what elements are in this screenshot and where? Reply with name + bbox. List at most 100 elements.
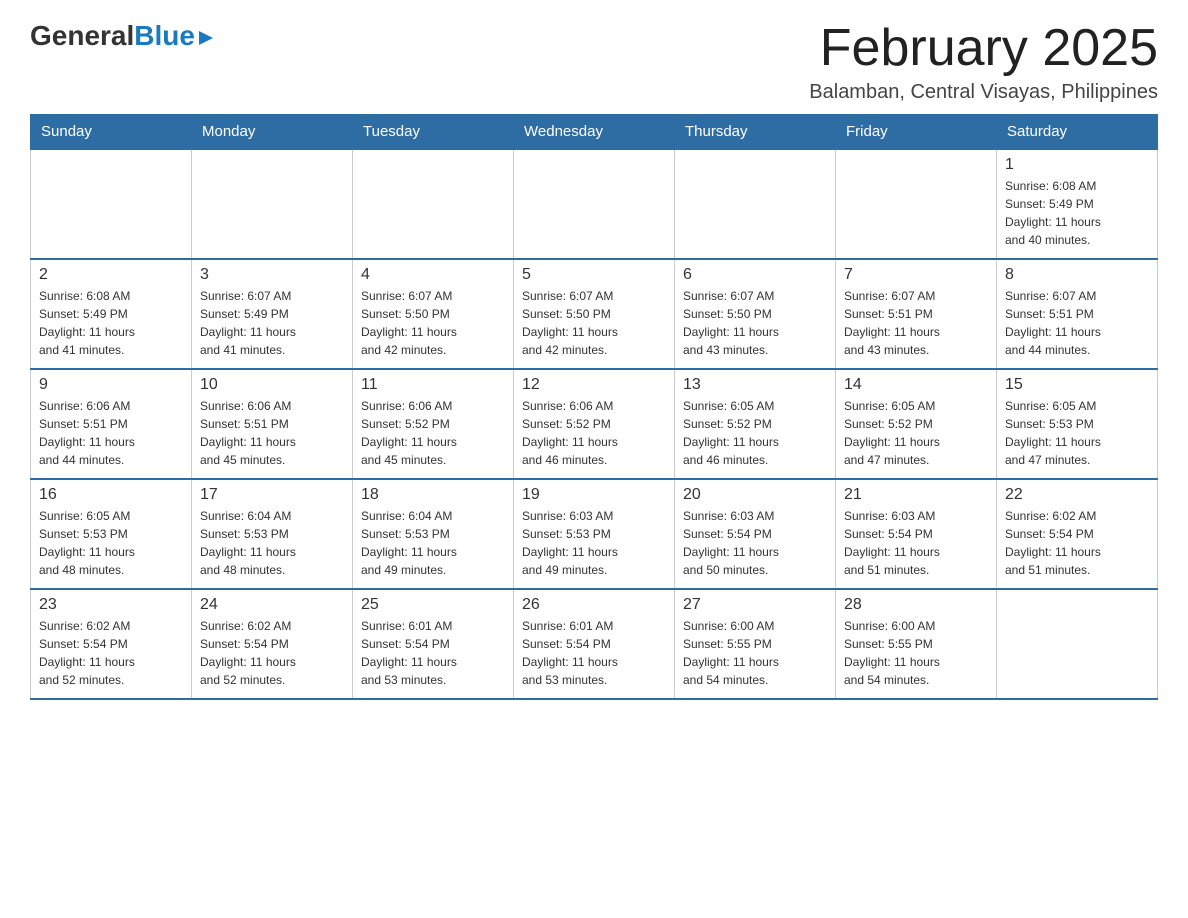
calendar-cell: 6 Sunrise: 6:07 AM Sunset: 5:50 PM Daylig… [675,259,836,369]
title-section: February 2025 Balamban, Central Visayas,… [809,20,1158,104]
logo-blue: Blue [134,20,195,52]
calendar-cell: 4Sunrise: 6:07 AM Sunset: 5:50 PM Daylig… [353,259,514,369]
day-number: 9 [39,376,183,394]
calendar-cell: 17Sunrise: 6:04 AM Sunset: 5:53 PM Dayli… [192,479,353,589]
logo: GeneralBlue [30,20,215,52]
day-info: Sunrise: 6:06 AM Sunset: 5:52 PM Dayligh… [522,397,666,469]
calendar-cell: 9 Sunrise: 6:06 AM Sunset: 5:51 PM Daylig… [31,369,192,479]
day-info: Sunrise: 6:02 AM Sunset: 5:54 PM Dayligh… [200,617,344,689]
calendar-cell: 16Sunrise: 6:05 AM Sunset: 5:53 PM Dayli… [31,479,192,589]
day-info: Sunrise: 6:07 AM Sunset: 5:51 PM Dayligh… [844,287,988,359]
day-number: 19 [522,486,666,504]
calendar-cell: 21 Sunrise: 6:03 AM Sunset: 5:54 PM Dayli… [836,479,997,589]
day-info: Sunrise: 6:07 AM Sunset: 5:50 PM Dayligh… [361,287,505,359]
calendar-cell: 23 Sunrise: 6:02 AM Sunset: 5:54 PM Dayli… [31,589,192,699]
page-header: GeneralBlue February 2025 Balamban, Cent… [30,20,1158,104]
day-number: 27 [683,596,827,614]
day-info: Sunrise: 6:00 AM Sunset: 5:55 PM Dayligh… [683,617,827,689]
day-number: 21 [844,486,988,504]
day-number: 18 [361,486,505,504]
day-number: 20 [683,486,827,504]
calendar-cell: 14 Sunrise: 6:05 AM Sunset: 5:52 PM Dayli… [836,369,997,479]
day-info: Sunrise: 6:06 AM Sunset: 5:52 PM Dayligh… [361,397,505,469]
calendar-cell: 22 Sunrise: 6:02 AM Sunset: 5:54 PM Dayli… [997,479,1158,589]
day-info: Sunrise: 6:05 AM Sunset: 5:52 PM Dayligh… [844,397,988,469]
calendar-cell [192,149,353,259]
calendar-cell: 12 Sunrise: 6:06 AM Sunset: 5:52 PM Dayli… [514,369,675,479]
calendar-week-row: 16Sunrise: 6:05 AM Sunset: 5:53 PM Dayli… [31,479,1158,589]
day-info: Sunrise: 6:07 AM Sunset: 5:50 PM Dayligh… [522,287,666,359]
day-info: Sunrise: 6:03 AM Sunset: 5:54 PM Dayligh… [683,507,827,579]
calendar-cell: 28 Sunrise: 6:00 AM Sunset: 5:55 PM Dayli… [836,589,997,699]
calendar-week-row: 9 Sunrise: 6:06 AM Sunset: 5:51 PM Daylig… [31,369,1158,479]
day-number: 15 [1005,376,1149,394]
calendar-cell: 2Sunrise: 6:08 AM Sunset: 5:49 PM Daylig… [31,259,192,369]
calendar-week-row: 1 Sunrise: 6:08 AM Sunset: 5:49 PM Daylig… [31,149,1158,259]
calendar-cell: 3Sunrise: 6:07 AM Sunset: 5:49 PM Daylig… [192,259,353,369]
calendar-cell: 19 Sunrise: 6:03 AM Sunset: 5:53 PM Dayli… [514,479,675,589]
calendar-day-header: Wednesday [514,115,675,150]
calendar-day-header: Friday [836,115,997,150]
calendar-cell: 5 Sunrise: 6:07 AM Sunset: 5:50 PM Daylig… [514,259,675,369]
day-number: 24 [200,596,344,614]
calendar-day-header: Monday [192,115,353,150]
calendar-cell: 27 Sunrise: 6:00 AM Sunset: 5:55 PM Dayli… [675,589,836,699]
calendar-cell [31,149,192,259]
day-number: 14 [844,376,988,394]
calendar-cell: 11 Sunrise: 6:06 AM Sunset: 5:52 PM Dayli… [353,369,514,479]
calendar-day-header: Sunday [31,115,192,150]
day-number: 25 [361,596,505,614]
calendar-day-header: Tuesday [353,115,514,150]
day-info: Sunrise: 6:02 AM Sunset: 5:54 PM Dayligh… [1005,507,1149,579]
day-number: 22 [1005,486,1149,504]
subtitle: Balamban, Central Visayas, Philippines [809,81,1158,104]
day-number: 17 [200,486,344,504]
calendar-header-row: SundayMondayTuesdayWednesdayThursdayFrid… [31,115,1158,150]
day-number: 23 [39,596,183,614]
calendar-cell [514,149,675,259]
day-number: 1 [1005,156,1149,174]
day-info: Sunrise: 6:08 AM Sunset: 5:49 PM Dayligh… [1005,177,1149,249]
calendar-week-row: 23 Sunrise: 6:02 AM Sunset: 5:54 PM Dayli… [31,589,1158,699]
calendar-cell [836,149,997,259]
calendar-cell: 7 Sunrise: 6:07 AM Sunset: 5:51 PM Daylig… [836,259,997,369]
calendar-cell: 8 Sunrise: 6:07 AM Sunset: 5:51 PM Daylig… [997,259,1158,369]
logo-arrow-icon [197,20,215,52]
day-number: 28 [844,596,988,614]
calendar-cell: 26 Sunrise: 6:01 AM Sunset: 5:54 PM Dayli… [514,589,675,699]
logo-general: General [30,20,134,52]
day-number: 7 [844,266,988,284]
day-info: Sunrise: 6:00 AM Sunset: 5:55 PM Dayligh… [844,617,988,689]
day-info: Sunrise: 6:07 AM Sunset: 5:49 PM Dayligh… [200,287,344,359]
day-number: 5 [522,266,666,284]
day-number: 6 [683,266,827,284]
calendar-cell: 20 Sunrise: 6:03 AM Sunset: 5:54 PM Dayli… [675,479,836,589]
day-info: Sunrise: 6:01 AM Sunset: 5:54 PM Dayligh… [361,617,505,689]
calendar-cell [353,149,514,259]
day-info: Sunrise: 6:05 AM Sunset: 5:52 PM Dayligh… [683,397,827,469]
day-info: Sunrise: 6:05 AM Sunset: 5:53 PM Dayligh… [1005,397,1149,469]
day-number: 11 [361,376,505,394]
calendar-cell: 1 Sunrise: 6:08 AM Sunset: 5:49 PM Daylig… [997,149,1158,259]
day-info: Sunrise: 6:07 AM Sunset: 5:50 PM Dayligh… [683,287,827,359]
calendar-table: SundayMondayTuesdayWednesdayThursdayFrid… [30,114,1158,700]
calendar-cell [675,149,836,259]
calendar-week-row: 2Sunrise: 6:08 AM Sunset: 5:49 PM Daylig… [31,259,1158,369]
day-number: 26 [522,596,666,614]
day-info: Sunrise: 6:01 AM Sunset: 5:54 PM Dayligh… [522,617,666,689]
day-info: Sunrise: 6:07 AM Sunset: 5:51 PM Dayligh… [1005,287,1149,359]
day-number: 2 [39,266,183,284]
calendar-cell: 15 Sunrise: 6:05 AM Sunset: 5:53 PM Dayli… [997,369,1158,479]
day-info: Sunrise: 6:03 AM Sunset: 5:54 PM Dayligh… [844,507,988,579]
calendar-cell: 10Sunrise: 6:06 AM Sunset: 5:51 PM Dayli… [192,369,353,479]
day-number: 12 [522,376,666,394]
calendar-cell: 24 Sunrise: 6:02 AM Sunset: 5:54 PM Dayli… [192,589,353,699]
calendar-day-header: Thursday [675,115,836,150]
day-info: Sunrise: 6:06 AM Sunset: 5:51 PM Dayligh… [200,397,344,469]
day-info: Sunrise: 6:02 AM Sunset: 5:54 PM Dayligh… [39,617,183,689]
day-number: 13 [683,376,827,394]
day-number: 8 [1005,266,1149,284]
day-info: Sunrise: 6:06 AM Sunset: 5:51 PM Dayligh… [39,397,183,469]
day-info: Sunrise: 6:03 AM Sunset: 5:53 PM Dayligh… [522,507,666,579]
calendar-cell: 25 Sunrise: 6:01 AM Sunset: 5:54 PM Dayli… [353,589,514,699]
